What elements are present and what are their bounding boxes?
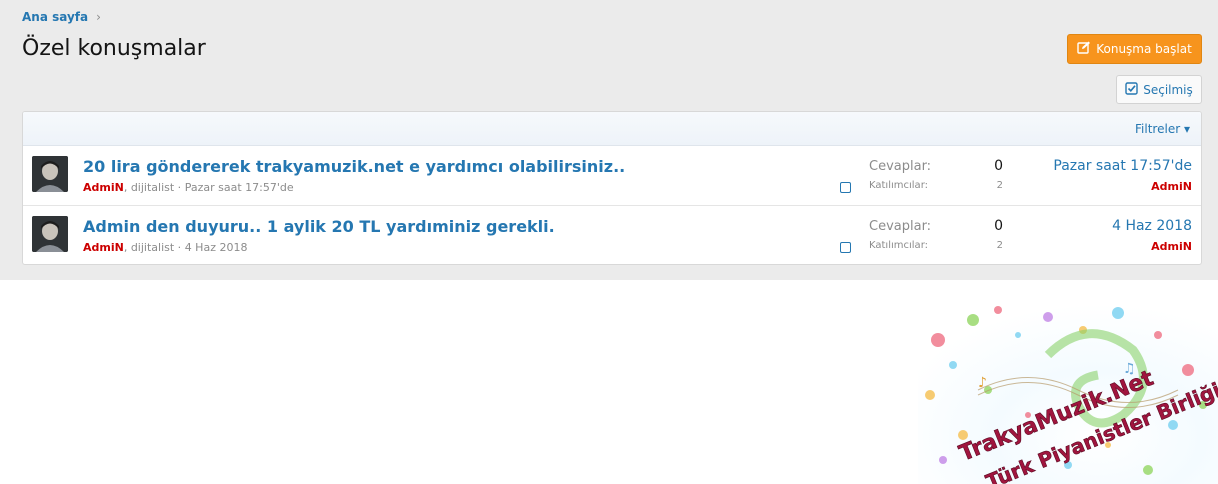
last-message-user-link[interactable]: AdmiN bbox=[1151, 180, 1192, 193]
last-message-user-link[interactable]: AdmiN bbox=[1151, 240, 1192, 253]
conversation-row: 20 lira göndererek trakyamuzik.net e yar… bbox=[23, 146, 1201, 206]
page-header-area: Ana sayfa › Özel konuşmalar Konuşma başl… bbox=[0, 0, 1218, 280]
participants-count: 2 bbox=[996, 240, 1003, 251]
selected-button[interactable]: Seçilmiş bbox=[1116, 75, 1202, 104]
replies-label: Cevaplar: bbox=[869, 159, 932, 174]
last-message-date-link[interactable]: 4 Haz 2018 bbox=[1112, 218, 1192, 234]
replies-count: 0 bbox=[994, 218, 1003, 234]
author-link[interactable]: AdmiN bbox=[83, 241, 124, 254]
chevron-right-icon: › bbox=[96, 10, 101, 24]
conversation-meta: AdmiN, dijitalist · 4 Haz 2018 bbox=[83, 241, 247, 254]
participants-text: , dijitalist bbox=[123, 241, 175, 254]
svg-text:♪: ♪ bbox=[978, 375, 987, 391]
participants-label: Katılımcılar: bbox=[869, 240, 928, 251]
filters-dropdown[interactable]: Filtreler ▾ bbox=[1135, 122, 1190, 136]
participants-text: , dijitalist bbox=[123, 181, 175, 194]
meta-separator: · bbox=[174, 241, 185, 254]
conversation-row: Admin den duyuru.. 1 aylik 20 TL yardımi… bbox=[23, 206, 1201, 264]
selected-label: Seçilmiş bbox=[1143, 82, 1193, 97]
filter-bar: Filtreler ▾ bbox=[23, 112, 1201, 146]
conversation-list: Filtreler ▾ 20 lira göndererek trakyamuz… bbox=[22, 111, 1202, 265]
replies-label: Cevaplar: bbox=[869, 219, 932, 234]
avatar[interactable] bbox=[32, 216, 68, 252]
start-conversation-label: Konuşma başlat bbox=[1096, 42, 1192, 56]
check-square-icon bbox=[1125, 81, 1138, 98]
meta-separator: · bbox=[174, 181, 185, 194]
participants-label: Katılımcılar: bbox=[869, 180, 928, 191]
conversation-date: Pazar saat 17:57'de bbox=[184, 181, 294, 194]
conversation-date: 4 Haz 2018 bbox=[184, 241, 248, 254]
edit-icon bbox=[1077, 41, 1091, 57]
page-title: Özel konuşmalar bbox=[22, 36, 206, 61]
last-message-date-link[interactable]: Pazar saat 17:57'de bbox=[1053, 158, 1192, 174]
start-conversation-button[interactable]: Konuşma başlat bbox=[1067, 34, 1202, 64]
breadcrumb: Ana sayfa › bbox=[22, 10, 101, 24]
participants-count: 2 bbox=[996, 180, 1003, 191]
replies-count: 0 bbox=[994, 158, 1003, 174]
select-checkbox[interactable] bbox=[840, 182, 851, 193]
select-checkbox[interactable] bbox=[840, 242, 851, 253]
conversation-title-link[interactable]: Admin den duyuru.. 1 aylik 20 TL yardımi… bbox=[83, 217, 555, 236]
avatar[interactable] bbox=[32, 156, 68, 192]
caret-down-icon: ▾ bbox=[1183, 122, 1190, 136]
conversation-meta: AdmiN, dijitalist · Pazar saat 17:57'de bbox=[83, 181, 294, 194]
breadcrumb-home-link[interactable]: Ana sayfa bbox=[22, 10, 88, 24]
trakyamuzik-banner-image: ♪ ♫ TrakyaMuzik.Net Türk Piyanistler Bir… bbox=[918, 295, 1218, 484]
author-link[interactable]: AdmiN bbox=[83, 181, 124, 194]
conversation-title-link[interactable]: 20 lira göndererek trakyamuzik.net e yar… bbox=[83, 157, 625, 176]
filters-label: Filtreler bbox=[1135, 122, 1181, 136]
